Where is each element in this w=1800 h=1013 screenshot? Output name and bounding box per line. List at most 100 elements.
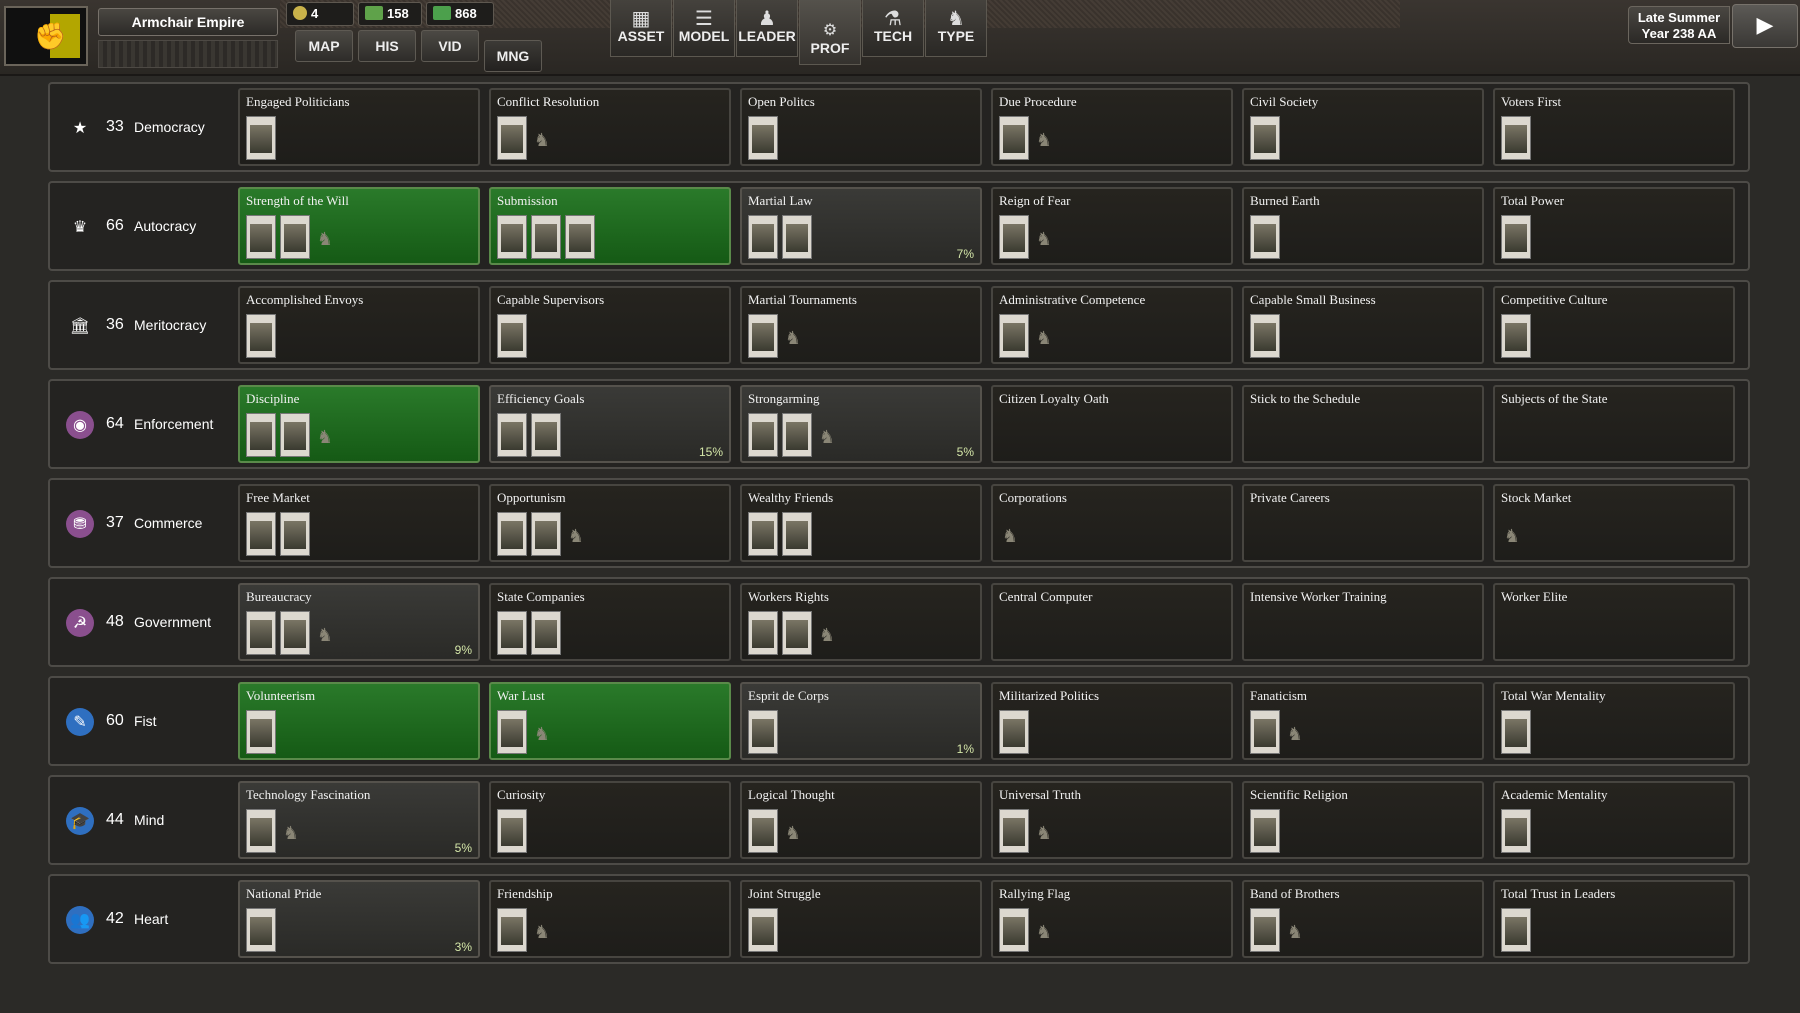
profile-card[interactable]: Civil Society <box>1242 88 1484 166</box>
unit-card-thumbnail[interactable] <box>782 413 812 457</box>
profile-card[interactable]: Stock Market ♞ <box>1493 484 1735 562</box>
profile-card[interactable]: Open Politcs <box>740 88 982 166</box>
unit-card-thumbnail[interactable] <box>748 611 778 655</box>
profile-card[interactable]: Capable Small Business <box>1242 286 1484 364</box>
profile-card[interactable]: State Companies <box>489 583 731 661</box>
unit-card-thumbnail[interactable] <box>246 611 276 655</box>
profile-card[interactable]: Fanaticism ♞ <box>1242 682 1484 760</box>
profile-card[interactable]: Technology Fascination ♞ 5% <box>238 781 480 859</box>
profile-card[interactable]: Corporations ♞ <box>991 484 1233 562</box>
profile-card[interactable]: Strength of the Will ♞ <box>238 187 480 265</box>
unit-card-thumbnail[interactable] <box>246 116 276 160</box>
profile-card[interactable]: Scientific Religion <box>1242 781 1484 859</box>
unit-card-thumbnail[interactable] <box>999 314 1029 358</box>
profile-card[interactable]: Burned Earth <box>1242 187 1484 265</box>
profile-card[interactable]: Total War Mentality <box>1493 682 1735 760</box>
profile-card[interactable]: War Lust ♞ <box>489 682 731 760</box>
tab-asset[interactable]: ▦ ASSET <box>610 0 672 57</box>
unit-card-thumbnail[interactable] <box>999 215 1029 259</box>
profile-card[interactable]: Esprit de Corps 1% <box>740 682 982 760</box>
profile-card[interactable]: Voters First <box>1493 88 1735 166</box>
profile-card[interactable]: Opportunism ♞ <box>489 484 731 562</box>
tab-his[interactable]: HIS <box>358 30 416 62</box>
unit-card-thumbnail[interactable] <box>782 512 812 556</box>
unit-card-thumbnail[interactable] <box>246 908 276 952</box>
unit-card-thumbnail[interactable] <box>246 710 276 754</box>
profile-card[interactable]: Capable Supervisors <box>489 286 731 364</box>
unit-card-thumbnail[interactable] <box>999 710 1029 754</box>
profile-card[interactable]: Logical Thought ♞ <box>740 781 982 859</box>
row-label[interactable]: ⛃ 37 Commerce <box>50 480 236 566</box>
unit-card-thumbnail[interactable] <box>748 710 778 754</box>
profile-card[interactable]: Friendship ♞ <box>489 880 731 958</box>
unit-card-thumbnail[interactable] <box>246 413 276 457</box>
profile-card[interactable]: Stick to the Schedule <box>1242 385 1484 463</box>
unit-card-thumbnail[interactable] <box>280 512 310 556</box>
profile-card[interactable]: National Pride 3% <box>238 880 480 958</box>
unit-card-thumbnail[interactable] <box>999 908 1029 952</box>
profile-card[interactable]: Total Trust in Leaders <box>1493 880 1735 958</box>
profile-card[interactable]: Citizen Loyalty Oath <box>991 385 1233 463</box>
profile-card[interactable]: Subjects of the State <box>1493 385 1735 463</box>
unit-card-thumbnail[interactable] <box>999 116 1029 160</box>
unit-card-thumbnail[interactable] <box>497 215 527 259</box>
tab-model[interactable]: ☰ MODEL <box>673 0 735 57</box>
unit-card-thumbnail[interactable] <box>1250 314 1280 358</box>
profile-card[interactable]: Submission <box>489 187 731 265</box>
profile-card[interactable]: Private Careers <box>1242 484 1484 562</box>
play-button[interactable]: ▶ <box>1732 4 1798 48</box>
profile-card[interactable]: Martial Tournaments ♞ <box>740 286 982 364</box>
unit-card-thumbnail[interactable] <box>531 413 561 457</box>
unit-card-thumbnail[interactable] <box>1501 314 1531 358</box>
unit-card-thumbnail[interactable] <box>497 908 527 952</box>
unit-card-thumbnail[interactable] <box>497 116 527 160</box>
unit-card-thumbnail[interactable] <box>497 710 527 754</box>
row-label[interactable]: ◉ 64 Enforcement <box>50 381 236 467</box>
unit-card-thumbnail[interactable] <box>565 215 595 259</box>
unit-card-thumbnail[interactable] <box>280 413 310 457</box>
unit-card-thumbnail[interactable] <box>748 314 778 358</box>
unit-card-thumbnail[interactable] <box>1501 116 1531 160</box>
unit-card-thumbnail[interactable] <box>1501 710 1531 754</box>
profile-card[interactable]: Worker Elite <box>1493 583 1735 661</box>
tab-vid[interactable]: VID <box>421 30 479 62</box>
profile-card[interactable]: Volunteerism <box>238 682 480 760</box>
profile-card[interactable]: Wealthy Friends <box>740 484 982 562</box>
profile-card[interactable]: Free Market <box>238 484 480 562</box>
profile-card[interactable]: Band of Brothers ♞ <box>1242 880 1484 958</box>
unit-card-thumbnail[interactable] <box>246 215 276 259</box>
unit-card-thumbnail[interactable] <box>531 611 561 655</box>
profile-card[interactable]: Bureaucracy ♞ 9% <box>238 583 480 661</box>
profile-card[interactable]: Administrative Competence ♞ <box>991 286 1233 364</box>
profile-card[interactable]: Engaged Politicians <box>238 88 480 166</box>
unit-card-thumbnail[interactable] <box>246 809 276 853</box>
profile-card[interactable]: Due Procedure ♞ <box>991 88 1233 166</box>
profile-card[interactable]: Accomplished Envoys <box>238 286 480 364</box>
unit-card-thumbnail[interactable] <box>748 809 778 853</box>
tab-prof[interactable]: ⚙ PROF <box>799 0 861 65</box>
unit-card-thumbnail[interactable] <box>782 611 812 655</box>
row-label[interactable]: ✎ 60 Fist <box>50 678 236 764</box>
unit-card-thumbnail[interactable] <box>1250 908 1280 952</box>
unit-card-thumbnail[interactable] <box>748 413 778 457</box>
row-label[interactable]: ☭ 48 Government <box>50 579 236 665</box>
row-label[interactable]: ★ 33 Democracy <box>50 84 236 170</box>
profile-card[interactable]: Academic Mentality <box>1493 781 1735 859</box>
profile-card[interactable]: Competitive Culture <box>1493 286 1735 364</box>
profile-card[interactable]: Reign of Fear ♞ <box>991 187 1233 265</box>
unit-card-thumbnail[interactable] <box>748 908 778 952</box>
unit-card-thumbnail[interactable] <box>1501 809 1531 853</box>
profile-card[interactable]: Curiosity <box>489 781 731 859</box>
profile-card[interactable]: Militarized Politics <box>991 682 1233 760</box>
tab-map[interactable]: MAP <box>295 30 353 62</box>
profile-card[interactable]: Efficiency Goals 15% <box>489 385 731 463</box>
profile-card[interactable]: Martial Law 7% <box>740 187 982 265</box>
unit-card-thumbnail[interactable] <box>246 314 276 358</box>
profile-card[interactable]: Strongarming ♞ 5% <box>740 385 982 463</box>
unit-card-thumbnail[interactable] <box>497 611 527 655</box>
unit-card-thumbnail[interactable] <box>748 116 778 160</box>
tab-type[interactable]: ♞ TYPE <box>925 0 987 57</box>
unit-card-thumbnail[interactable] <box>1250 116 1280 160</box>
profile-card[interactable]: Central Computer <box>991 583 1233 661</box>
tab-leader[interactable]: ♟ LEADER <box>736 0 798 57</box>
